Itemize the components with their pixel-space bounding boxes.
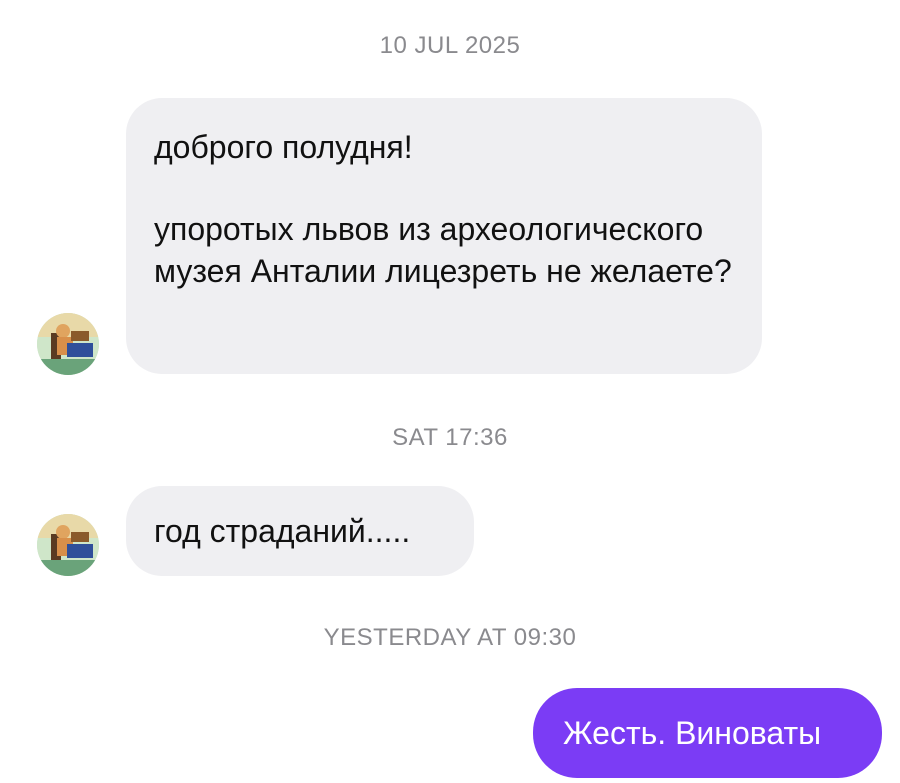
chat-thread: 10 JUL 2025 доброго полудня! упоротых ль…: [0, 0, 900, 783]
message-text: доброго полудня!: [154, 129, 413, 165]
timestamp-day: SAT 17:36: [392, 424, 508, 451]
message-text: Жесть. Виноваты: [563, 715, 822, 751]
timestamp-relative: YESTERDAY AT 09:30: [323, 624, 577, 651]
message-text: упоротых львов из археологического музея…: [154, 211, 732, 289]
message-bubble-outgoing[interactable]: Жесть. Виноваты: [533, 688, 882, 778]
contact-avatar-icon[interactable]: [37, 313, 99, 375]
contact-avatar-icon[interactable]: [37, 514, 99, 576]
message-bubble-incoming[interactable]: доброго полудня! упоротых львов из архео…: [126, 98, 762, 374]
avatar-image: [37, 313, 99, 375]
message-text: год страданий.....: [154, 513, 411, 549]
message-bubble-incoming[interactable]: год страданий.....: [126, 486, 474, 576]
avatar-image: [37, 514, 99, 576]
timestamp-date: 10 JUL 2025: [379, 32, 521, 59]
